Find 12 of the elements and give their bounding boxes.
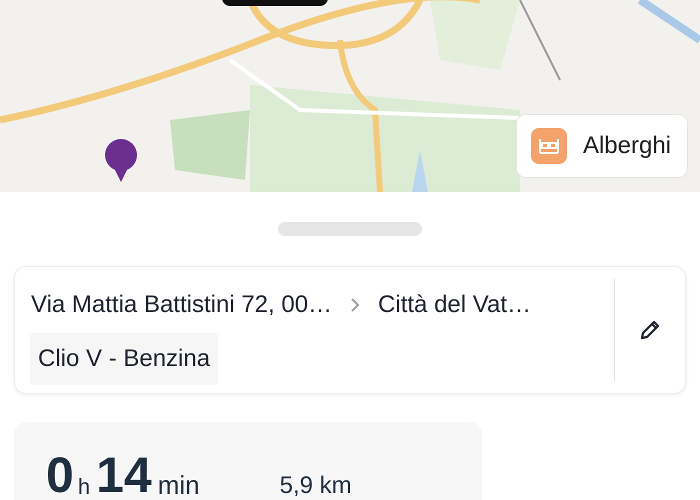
minutes-value: 14 <box>96 450 152 500</box>
chevron-right-icon <box>350 297 360 313</box>
hours-value: 0 <box>46 450 74 500</box>
origin-text: Via Mattia Battistini 72, 00… <box>31 290 332 320</box>
minutes-unit: min <box>158 472 200 498</box>
hotels-button[interactable]: Alberghi <box>516 114 688 178</box>
edit-icon <box>638 318 662 342</box>
destination-text: Città del Vat… <box>378 290 531 320</box>
distance-text: 5,9 km <box>280 474 352 498</box>
vehicle-tag[interactable]: Clio V - Benzina <box>30 333 218 385</box>
drag-handle[interactable] <box>278 222 422 236</box>
hours-unit: h <box>78 476 90 498</box>
